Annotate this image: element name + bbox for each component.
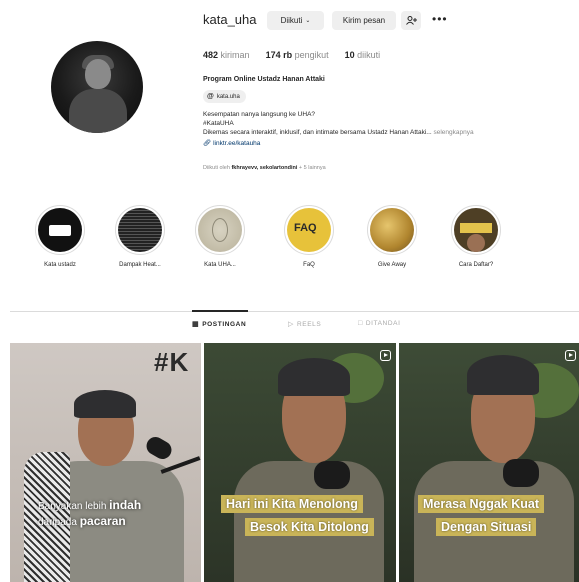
reels-icon: ▷	[288, 321, 294, 328]
highlight-label: Cara Daftar?	[458, 262, 494, 268]
highlight-label: FaQ	[303, 262, 315, 268]
profile-avatar[interactable]	[51, 41, 143, 133]
post-1-caption: Banyakan lebih indah daripada pacaran	[38, 498, 178, 530]
highlight-ring	[35, 205, 85, 255]
highlight-faq[interactable]: FAQ FaQ	[279, 205, 339, 268]
bio-line-2: #KataUHA	[203, 120, 234, 127]
highlight-label: Kata ustadz	[44, 262, 76, 268]
tagged-icon: □	[358, 320, 363, 327]
following-button[interactable]: Diikuti ⌄	[267, 11, 324, 30]
followed-by-suffix: + 5 lainnya	[298, 165, 326, 171]
post-thumbnail-2[interactable]	[204, 343, 396, 582]
reel-icon	[565, 350, 576, 361]
highlight-cover: FAQ	[287, 208, 331, 252]
highlight-cover	[198, 208, 242, 252]
highlight-ring	[451, 205, 501, 255]
bio-line-3: Dikemas secara interaktif, inklusif, dan…	[203, 129, 474, 136]
bio-line-3-text: Dikemas secara interaktif, inklusif, dan…	[203, 129, 432, 136]
active-tab-indicator	[192, 310, 248, 312]
person-cap-shape	[74, 390, 136, 418]
following-button-label: Diikuti	[280, 16, 303, 25]
grid-icon: ▦	[192, 321, 200, 328]
highlight-ring: FAQ	[284, 205, 334, 255]
bio-line-1: Kesempatan nanya langsung ke UHA?	[203, 111, 316, 118]
threads-badge[interactable]: @ kata.uha	[203, 90, 246, 103]
tab-posts-label: POSTINGAN	[202, 320, 247, 328]
highlight-cover	[370, 208, 414, 252]
followed-by-prefix: Diikuti oleh	[203, 165, 230, 171]
highlight-cara-daftar[interactable]: Cara Daftar?	[446, 205, 506, 268]
more-options-icon[interactable]: •••	[432, 12, 448, 26]
highlight-cover	[118, 208, 162, 252]
highlight-dampak-heat[interactable]: Dampak Heat...	[110, 205, 170, 268]
microphone-icon	[503, 459, 539, 487]
add-user-button[interactable]	[401, 11, 421, 30]
threads-handle: kata.uha	[216, 93, 240, 100]
post-1-caption-a: Banyakan lebih	[38, 501, 107, 512]
profile-stats: 482 kiriman 174 rb pengikut 10 diikuti	[203, 50, 380, 60]
watermark-stroke-2	[502, 0, 578, 48]
post-1-caption-d: pacaran	[79, 514, 126, 528]
highlight-ring	[195, 205, 245, 255]
profile-username: kata_uha	[203, 12, 257, 27]
add-user-icon	[405, 16, 417, 25]
send-message-button[interactable]: Kirim pesan	[332, 11, 396, 30]
highlight-kata-uha[interactable]: Kata UHA...	[190, 205, 250, 268]
post-3-caption-line-2: Dengan Situasi	[436, 518, 537, 536]
microphone-icon	[143, 433, 175, 463]
reel-icon	[380, 350, 391, 361]
post-hashtag: #K	[154, 347, 190, 377]
link-icon: 🔗︎	[203, 140, 212, 147]
post-thumbnail-3[interactable]	[399, 343, 579, 582]
highlight-label: Give Away	[377, 262, 407, 268]
microphone-icon	[314, 461, 350, 489]
tab-tagged-label: DITANDAI	[365, 320, 401, 327]
bio-link-row[interactable]: 🔗︎ linktr.ee/katauha	[203, 139, 260, 147]
highlight-label: Kata UHA...	[204, 262, 236, 268]
post-3-caption-line-1: Merasa Nggak Kuat	[418, 495, 545, 513]
chevron-down-icon: ⌄	[305, 18, 311, 24]
tab-posts[interactable]: ▦ POSTINGAN	[192, 320, 247, 329]
followers-stat[interactable]: 174 rb pengikut	[266, 50, 329, 60]
highlight-kata-ustadz[interactable]: Kata ustadz	[30, 205, 90, 268]
highlight-ring	[367, 205, 417, 255]
highlight-cover	[454, 208, 498, 252]
tab-tagged[interactable]: □ DITANDAI	[358, 320, 400, 327]
person-cap-shape	[467, 355, 539, 395]
highlight-cover	[38, 208, 82, 252]
highlight-give-away[interactable]: Give Away	[362, 205, 422, 268]
followed-by-names: fkhrayevv, sekolartondini	[231, 165, 298, 171]
mic-arm-shape	[160, 456, 201, 474]
post-1-caption-c: daripada	[38, 517, 77, 528]
bio-more-link[interactable]: selengkapnya	[434, 129, 474, 136]
profile-full-name: Program Online Ustadz Hanan Attaki	[203, 76, 325, 83]
tab-reels[interactable]: ▷ REELS	[288, 320, 322, 329]
avatar-head-shape	[85, 59, 111, 89]
highlight-label: Dampak Heat...	[119, 262, 161, 268]
posts-stat[interactable]: 482 kiriman	[203, 50, 250, 60]
bio-link[interactable]: linktr.ee/katauha	[213, 140, 260, 147]
threads-icon: @	[207, 93, 214, 100]
person-cap-shape	[278, 358, 350, 396]
post-2-caption-line-2: Besok Kita Ditolong	[245, 518, 374, 536]
tab-reels-label: REELS	[296, 320, 322, 328]
following-stat[interactable]: 10 diikuti	[345, 50, 381, 60]
highlight-faq-text: FAQ	[294, 222, 317, 234]
highlight-ring	[115, 205, 165, 255]
tabs-divider	[10, 311, 579, 312]
watermark-stroke-1	[122, 0, 198, 48]
followed-by[interactable]: Diikuti oleh fkhrayevv, sekolartondini +…	[203, 165, 326, 171]
post-2-caption-line-1: Hari ini Kita Menolong	[221, 495, 363, 513]
avatar-body-shape	[69, 89, 127, 133]
post-1-caption-b: indah	[109, 498, 142, 512]
